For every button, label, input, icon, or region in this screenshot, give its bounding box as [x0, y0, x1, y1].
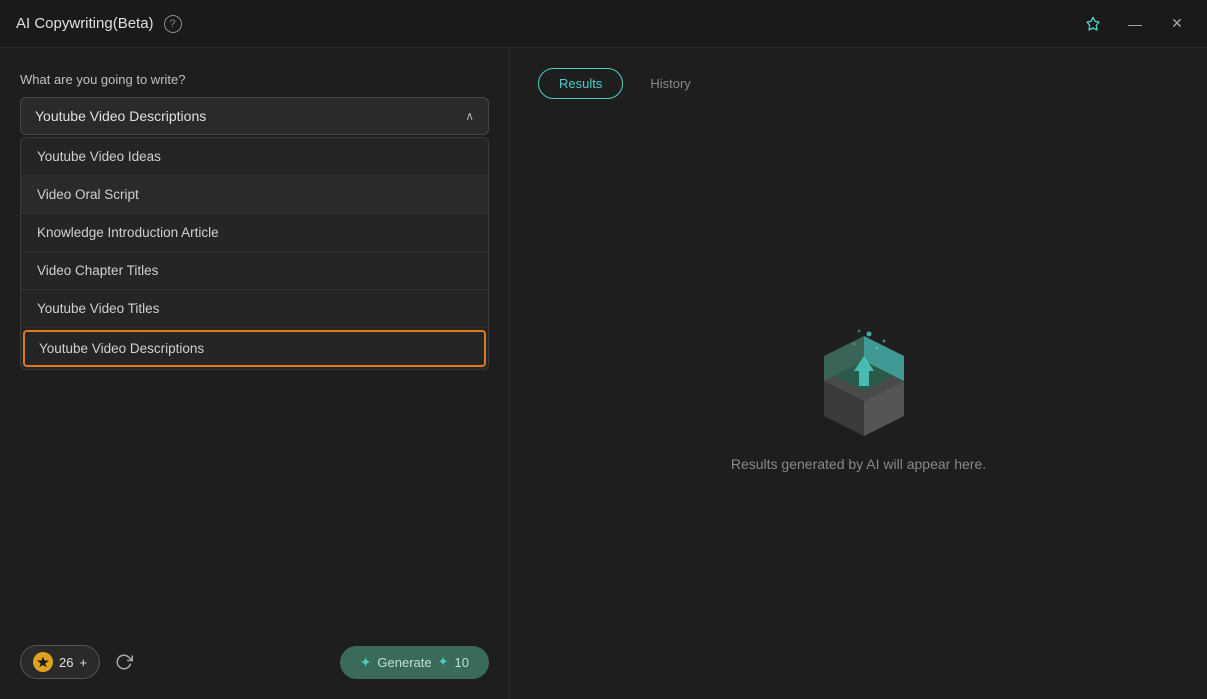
- credits-plus: +: [79, 655, 87, 670]
- main-content: What are you going to write? Youtube Vid…: [0, 48, 1207, 699]
- generate-icon2: ✦: [438, 654, 449, 670]
- title-bar-right: — ✕: [1079, 10, 1191, 38]
- generate-button[interactable]: ✦ Generate ✦ 10: [340, 646, 489, 679]
- help-icon[interactable]: ?: [164, 15, 182, 33]
- dropdown-item-video-oral-script[interactable]: Video Oral Script: [21, 176, 488, 214]
- generate-label: Generate: [377, 655, 431, 670]
- pin-button[interactable]: [1079, 10, 1107, 38]
- dropdown-arrow-icon: ∧: [465, 109, 474, 123]
- generate-icon: ✦: [360, 654, 372, 671]
- credits-button[interactable]: 26 +: [20, 645, 100, 679]
- dropdown-item-youtube-video-ideas[interactable]: Youtube Video Ideas: [21, 138, 488, 176]
- dropdown-item-youtube-video-titles[interactable]: Youtube Video Titles: [21, 290, 488, 328]
- dropdown-item-youtube-video-descriptions[interactable]: Youtube Video Descriptions: [23, 330, 486, 367]
- title-bar-left: AI Copywriting(Beta) ?: [16, 15, 182, 33]
- refresh-button[interactable]: [110, 648, 138, 676]
- empty-state: Results generated by AI will appear here…: [538, 119, 1179, 679]
- dropdown-item-video-chapter-titles[interactable]: Video Chapter Titles: [21, 252, 488, 290]
- tabs: Results History: [538, 68, 1179, 99]
- empty-state-text: Results generated by AI will appear here…: [731, 456, 986, 472]
- bottom-bar: 26 + ✦ Generate ✦ 10: [20, 645, 489, 679]
- credits-icon: [33, 652, 53, 672]
- write-label: What are you going to write?: [20, 72, 489, 87]
- dropdown-wrapper: Youtube Video Descriptions ∧ Youtube Vid…: [20, 97, 489, 135]
- right-panel: Results History: [510, 48, 1207, 699]
- minimize-button[interactable]: —: [1121, 10, 1149, 38]
- title-bar: AI Copywriting(Beta) ? — ✕: [0, 0, 1207, 48]
- left-panel: What are you going to write? Youtube Vid…: [0, 48, 510, 699]
- dropdown-item-knowledge-intro[interactable]: Knowledge Introduction Article: [21, 214, 488, 252]
- credits-count: 26: [59, 655, 73, 670]
- dropdown-selected[interactable]: Youtube Video Descriptions ∧: [20, 97, 489, 135]
- close-button[interactable]: ✕: [1163, 10, 1191, 38]
- dropdown-menu: Youtube Video Ideas Video Oral Script Kn…: [20, 137, 489, 370]
- tab-results[interactable]: Results: [538, 68, 623, 99]
- app-title: AI Copywriting(Beta): [16, 15, 154, 32]
- dropdown-selected-text: Youtube Video Descriptions: [35, 108, 206, 124]
- tab-history[interactable]: History: [629, 68, 711, 99]
- generate-cost: 10: [455, 655, 469, 670]
- empty-illustration: [799, 326, 919, 436]
